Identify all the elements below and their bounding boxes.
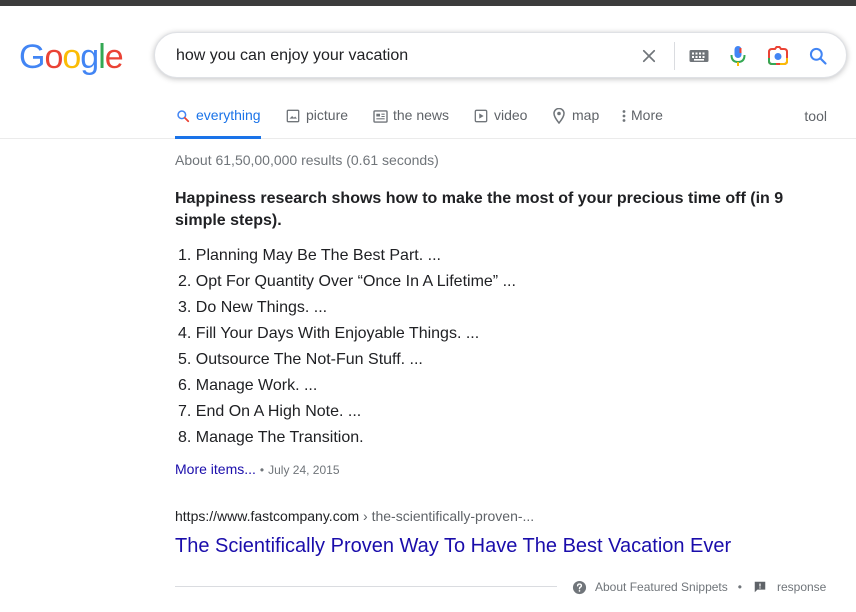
- list-item: 6. Manage Work. ...: [178, 377, 318, 394]
- snippet-date: July 24, 2015: [268, 463, 340, 477]
- image-icon: [285, 108, 301, 124]
- list-item: 7. End On A High Note. ...: [178, 403, 362, 420]
- help-icon[interactable]: [571, 579, 587, 595]
- tab-label: picture: [306, 107, 349, 123]
- logo-letter: G: [19, 38, 45, 76]
- close-icon[interactable]: [636, 43, 662, 69]
- result-url[interactable]: https://www.fastcompany.com › the-scient…: [175, 508, 534, 524]
- tab-label: video: [494, 107, 528, 123]
- list-item: 2. Opt For Quantity Over “Once In A Life…: [178, 273, 516, 290]
- date-separator: •: [259, 463, 265, 477]
- more-items-link[interactable]: More items...: [175, 461, 256, 477]
- list-item: 5. Outsource The Not-Fun Stuff. ...: [178, 351, 423, 368]
- tab-label: map: [572, 107, 600, 123]
- play-icon: [473, 108, 489, 124]
- footer-divider: [175, 586, 557, 587]
- window-top-bar: [0, 0, 856, 6]
- tab-map[interactable]: map: [551, 107, 599, 139]
- more-vert-icon: [620, 108, 628, 124]
- logo-letter: e: [104, 38, 124, 76]
- tab-label: everything: [196, 107, 261, 123]
- search-icon: [175, 108, 191, 124]
- feedback-link[interactable]: response: [777, 580, 826, 594]
- featured-snippet-list: 1. Planning May Be The Best Part. ... 2.…: [178, 243, 516, 451]
- mic-icon[interactable]: [725, 43, 751, 69]
- map-pin-icon: [551, 108, 567, 124]
- search-input[interactable]: [176, 45, 616, 67]
- about-featured-snippets-link[interactable]: About Featured Snippets: [595, 580, 728, 594]
- results-stats: About 61,50,00,000 results (0.61 seconds…: [175, 152, 439, 168]
- logo-letter: g: [80, 38, 99, 76]
- result-title-link[interactable]: The Scientifically Proven Way To Have Th…: [175, 533, 731, 559]
- footer-separator: •: [737, 580, 742, 594]
- tools-button[interactable]: tool: [804, 108, 827, 124]
- search-divider: [674, 42, 675, 70]
- logo-letter: o: [44, 38, 63, 76]
- tab-picture[interactable]: picture: [285, 107, 348, 139]
- search-tabs: everything picture the news video map Mo…: [0, 100, 856, 139]
- featured-snippet-heading: Happiness research shows how to make the…: [175, 190, 784, 229]
- tab-label: the news: [393, 107, 450, 123]
- result-path: › the-scientifically-proven-...: [359, 508, 535, 524]
- list-item: 3. Do New Things. ...: [178, 299, 328, 316]
- camera-icon[interactable]: [765, 43, 791, 69]
- feedback-icon[interactable]: [752, 579, 768, 595]
- snippet-meta: More items... • July 24, 2015: [175, 461, 340, 477]
- snippet-footer: About Featured Snippets • response: [571, 578, 826, 596]
- tab-more[interactable]: More: [620, 107, 663, 139]
- news-icon: [372, 108, 388, 124]
- tab-video[interactable]: video: [473, 107, 527, 139]
- logo-letter: o: [62, 38, 81, 76]
- tab-news[interactable]: the news: [372, 107, 449, 139]
- search-box: [154, 32, 847, 78]
- tab-label: More: [631, 107, 663, 123]
- tab-everything[interactable]: everything: [175, 107, 261, 139]
- list-item: 1. Planning May Be The Best Part. ...: [178, 247, 441, 264]
- search-submit-icon[interactable]: [805, 43, 831, 69]
- google-logo[interactable]: Google: [19, 37, 124, 77]
- keyboard-icon[interactable]: [686, 43, 712, 69]
- result-domain: https://www.fastcompany.com: [175, 508, 360, 524]
- list-item: 8. Manage The Transition.: [178, 429, 364, 446]
- list-item: 4. Fill Your Days With Enjoyable Things.…: [178, 325, 480, 342]
